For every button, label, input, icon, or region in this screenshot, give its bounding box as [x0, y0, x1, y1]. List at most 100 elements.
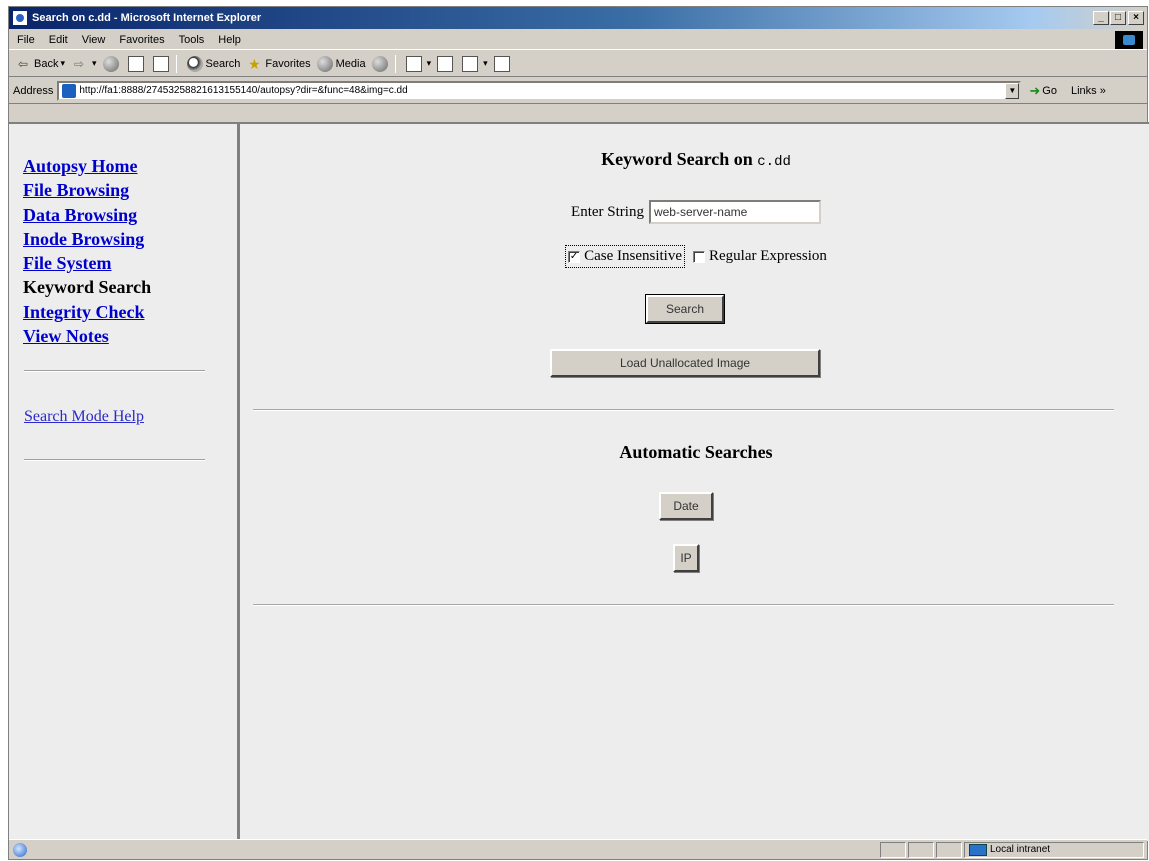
favorites-button[interactable]: ★ Favorites: [246, 55, 311, 72]
main-divider: [253, 604, 1114, 606]
mail-icon: [405, 55, 422, 72]
stop-button[interactable]: [102, 55, 122, 72]
nav-inode-browsing[interactable]: Inode Browsing: [23, 227, 151, 251]
go-button[interactable]: ➜ Go: [1029, 83, 1057, 99]
sidebar-divider: [24, 459, 205, 461]
menu-bar: File Edit View Favorites Tools Help: [9, 30, 1147, 50]
back-label: Back: [34, 57, 59, 70]
links-button[interactable]: Links »: [1071, 85, 1106, 97]
enter-string-label: Enter String: [571, 203, 644, 220]
search-toolbar-label: Search: [205, 57, 241, 70]
status-panel: [908, 841, 934, 858]
menu-favorites[interactable]: Favorites: [112, 34, 171, 46]
go-label: Go: [1042, 84, 1057, 97]
media-label: Media: [335, 57, 366, 70]
ie-page-icon: [12, 10, 28, 26]
address-url[interactable]: http://fa1:8888/27453258821613155140/aut…: [79, 85, 407, 96]
regex-checkbox[interactable]: [693, 250, 705, 263]
minimize-button[interactable]: _: [1093, 11, 1109, 25]
case-insensitive-option[interactable]: ✓ Case Insensitive: [565, 245, 685, 268]
back-button[interactable]: ⇦ Back ▾: [15, 56, 65, 72]
nav-autopsy-home[interactable]: Autopsy Home: [23, 154, 151, 178]
close-button[interactable]: ×: [1128, 11, 1144, 25]
nav-file-system[interactable]: File System: [23, 251, 151, 275]
address-dropdown-icon[interactable]: ▼: [1005, 82, 1020, 99]
security-zone: Local intranet: [964, 841, 1144, 858]
regex-option[interactable]: Regular Expression: [693, 248, 827, 265]
case-insensitive-label: Case Insensitive: [584, 248, 682, 264]
edit-dropdown-icon[interactable]: ▾: [483, 58, 488, 69]
main-panel: Keyword Search on c.dd Enter String ✓ Ca…: [243, 124, 1149, 841]
status-panel: [880, 841, 906, 858]
search-string-input[interactable]: [648, 200, 821, 224]
autopsy-sidebar: Autopsy Home File Browsing Data Browsing…: [9, 124, 240, 841]
image-name: c.dd: [757, 154, 791, 170]
stop-icon: [102, 55, 119, 72]
nav-integrity-check[interactable]: Integrity Check: [23, 300, 151, 324]
toolbar-separator: [394, 54, 396, 73]
favorites-icon: ★: [248, 55, 261, 72]
print-button[interactable]: [437, 55, 456, 72]
menu-tools[interactable]: Tools: [172, 34, 212, 46]
history-button[interactable]: [371, 55, 391, 72]
standard-toolbar: ⇦ Back ▾ ⇨ ▾ Search ★ Favorites Media ▾ …: [9, 51, 1147, 77]
edit-button[interactable]: ▾: [462, 55, 488, 72]
back-dropdown-icon[interactable]: ▾: [60, 58, 65, 69]
toolbar-separator: [175, 54, 177, 73]
ie-status-icon: [13, 842, 27, 857]
forward-button[interactable]: ⇨ ▾: [71, 56, 97, 72]
title-bar: Search on c.dd - Microsoft Internet Expl…: [9, 7, 1147, 29]
refresh-button[interactable]: [127, 55, 147, 72]
address-label: Address: [13, 84, 54, 97]
nav-view-notes[interactable]: View Notes: [23, 324, 151, 348]
edit-icon: [462, 55, 479, 72]
window-controls: _ □ ×: [1093, 11, 1144, 25]
discuss-icon: [493, 55, 510, 72]
automatic-searches-heading: Automatic Searches: [619, 442, 773, 462]
search-options-row: ✓ Case Insensitive Regular Expression: [243, 245, 1149, 268]
address-input[interactable]: http://fa1:8888/27453258821613155140/aut…: [57, 80, 1022, 101]
regex-label: Regular Expression: [709, 248, 827, 264]
go-arrow-icon: ➜: [1029, 82, 1041, 98]
nav-data-browsing[interactable]: Data Browsing: [23, 203, 151, 227]
maximize-button[interactable]: □: [1110, 11, 1126, 25]
search-string-row: Enter String: [243, 200, 1149, 224]
home-icon: [152, 55, 169, 72]
load-unallocated-button[interactable]: Load Unallocated Image: [550, 349, 820, 377]
sidebar-divider: [24, 370, 205, 372]
status-panel: [936, 841, 962, 858]
address-bar: Address http://fa1:8888/2745325882161315…: [9, 78, 1147, 104]
windows-logo-icon: [1115, 31, 1143, 49]
case-insensitive-checkbox[interactable]: ✓: [568, 250, 581, 263]
page-title-text: Keyword Search on: [601, 149, 753, 169]
back-arrow-icon: ⇦: [17, 56, 29, 71]
nav-keyword-search: Keyword Search: [23, 277, 152, 298]
menu-help[interactable]: Help: [211, 34, 248, 46]
status-bar: Local intranet: [9, 839, 1147, 859]
refresh-icon: [127, 55, 144, 72]
search-button[interactable]: Search: [645, 294, 725, 324]
forward-dropdown-icon[interactable]: ▾: [92, 58, 97, 69]
media-button[interactable]: Media: [316, 55, 366, 72]
mail-button[interactable]: ▾: [405, 55, 432, 72]
browser-window: Search on c.dd - Microsoft Internet Expl…: [8, 6, 1149, 860]
page-title: Keyword Search on c.dd: [243, 149, 1149, 170]
search-icon: [186, 55, 203, 72]
home-button[interactable]: [152, 55, 172, 72]
menu-view[interactable]: View: [75, 34, 113, 46]
discuss-button[interactable]: [493, 55, 513, 72]
history-icon: [371, 55, 388, 72]
menu-file[interactable]: File: [9, 34, 42, 46]
menu-edit[interactable]: Edit: [42, 34, 75, 46]
search-mode-help-link[interactable]: Search Mode Help: [24, 408, 144, 426]
search-button-toolbar[interactable]: Search: [186, 55, 241, 72]
nav-file-browsing[interactable]: File Browsing: [23, 178, 151, 202]
page-icon: [62, 83, 77, 98]
autopsy-nav: Autopsy Home File Browsing Data Browsing…: [23, 154, 151, 348]
ip-search-button[interactable]: IP: [673, 544, 699, 572]
date-search-button[interactable]: Date: [659, 492, 713, 520]
zone-label: Local intranet: [990, 844, 1051, 855]
page-content: Autopsy Home File Browsing Data Browsing…: [9, 122, 1149, 841]
mail-dropdown-icon[interactable]: ▾: [427, 58, 432, 69]
main-divider: [253, 409, 1114, 411]
